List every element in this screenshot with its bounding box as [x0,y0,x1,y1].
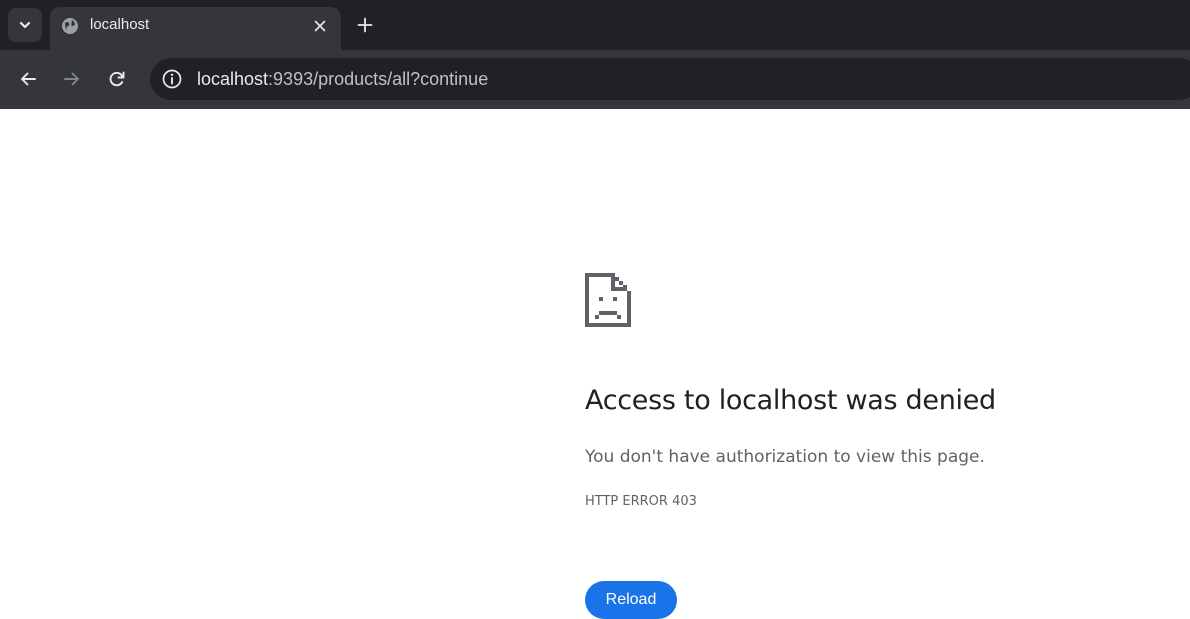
tab-title: localhost [90,16,150,33]
reload-button[interactable]: Reload [585,581,677,619]
reload-icon [109,71,125,87]
globe-icon [62,18,78,34]
forward-button[interactable] [58,65,86,93]
reload-page-button[interactable] [103,65,131,93]
arrow-right-icon [64,72,79,86]
browser-chrome: localhost localhost:9393/products/all?co… [0,0,1190,109]
toolbar: localhost:9393/products/all?continue [0,50,1190,109]
chevron-down-icon [19,21,31,29]
arrow-left-icon [21,72,36,86]
back-button[interactable] [14,65,42,93]
address-bar[interactable]: localhost:9393/products/all?continue [150,58,1190,100]
tab-search-button[interactable] [8,8,42,42]
close-icon [314,20,326,32]
info-icon[interactable] [161,68,183,90]
error-page: Access to localhost was denied You don't… [0,109,1190,619]
error-description: You don't have authorization to view thi… [585,447,985,467]
error-code: HTTP ERROR 403 [585,494,697,509]
sad-document-icon [585,273,631,327]
tab-strip: localhost [0,0,1190,50]
plus-icon [357,17,373,33]
tab-close-button[interactable] [308,15,332,37]
new-tab-button[interactable] [352,12,378,38]
url-text[interactable]: localhost:9393/products/all?continue [197,69,488,89]
tab-localhost[interactable]: localhost [50,7,341,50]
error-heading: Access to localhost was denied [585,385,996,416]
url-path: :9393/products/all?continue [268,69,489,89]
url-host: localhost [197,69,269,89]
